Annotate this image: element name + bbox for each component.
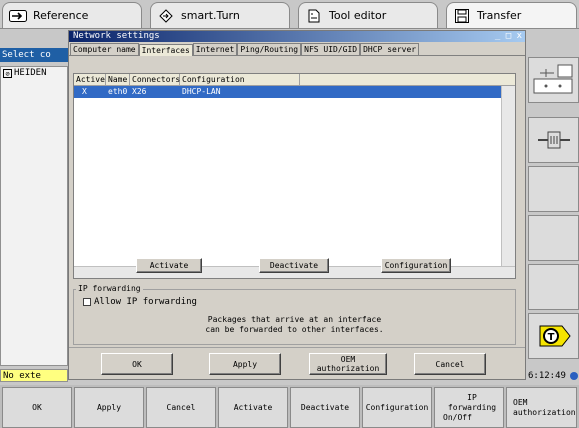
- softkey-oem-authorization[interactable]: OEM authorization: [506, 387, 577, 428]
- info-line-1: Packages that arrive at an interface: [207, 315, 382, 324]
- dialog-tabs: Computer name Interfaces Internet Ping/R…: [69, 43, 525, 56]
- oem-line-2: authorization: [316, 364, 380, 373]
- mode-tab-label: Tool editor: [329, 9, 387, 22]
- softkey-label: OK: [32, 402, 42, 412]
- column-header-configuration[interactable]: Configuration: [180, 74, 300, 85]
- softkey-label-line-1: IP forwarding: [447, 392, 497, 412]
- cell-active: X: [82, 87, 87, 96]
- status-dot-icon: [569, 372, 578, 380]
- softkey-configuration[interactable]: Configuration: [362, 387, 432, 428]
- empty-softkey-2[interactable]: [528, 215, 579, 261]
- mode-tab-smart-turn[interactable]: smart.Turn: [150, 2, 290, 28]
- file-view-icon: [533, 64, 572, 94]
- cell-configuration: DHCP-LAN: [182, 87, 221, 96]
- mode-tab-reference[interactable]: Reference: [2, 2, 142, 28]
- tab-dhcp-server[interactable]: DHCP server: [360, 43, 420, 55]
- diamond-arrow-icon: [157, 8, 175, 23]
- clock-value: 6:12:49: [528, 371, 566, 381]
- info-line-2: can be forwarded to other interfaces.: [205, 325, 384, 334]
- oem-line-1: OEM: [340, 355, 356, 364]
- softkey-activate[interactable]: Activate: [218, 387, 288, 428]
- dialog-title: Network settings: [73, 31, 160, 41]
- softkey-label-line-2: authorization: [513, 407, 576, 417]
- softkey-label: Apply: [96, 402, 122, 412]
- softkey-label: Cancel: [166, 402, 196, 412]
- apply-button[interactable]: Apply: [209, 353, 281, 375]
- column-header-active[interactable]: Active: [74, 74, 106, 85]
- empty-softkey-1[interactable]: [528, 166, 579, 212]
- status-field: No exte: [0, 369, 68, 382]
- cell-name: eth0: [108, 87, 128, 96]
- deactivate-button[interactable]: Deactivate: [259, 258, 329, 273]
- tab-ping-routing[interactable]: Ping/Routing: [237, 43, 302, 55]
- tree-item[interactable]: ⊘ HEIDEN: [1, 67, 67, 79]
- tab-divider: [0, 28, 579, 29]
- table-row[interactable]: X eth0 X26 DHCP-LAN: [74, 86, 515, 98]
- tree-item-label: HEIDEN: [14, 68, 47, 78]
- ok-button[interactable]: OK: [101, 353, 173, 375]
- column-header-name[interactable]: Name: [106, 74, 130, 85]
- softkey-cancel[interactable]: Cancel: [146, 387, 216, 428]
- column-header-connectors[interactable]: Connectors: [130, 74, 180, 85]
- column-header-filler: [300, 74, 515, 85]
- interfaces-table[interactable]: Active Name Connectors Configuration X e…: [73, 73, 516, 279]
- arrow-right-icon: [9, 9, 27, 23]
- checkbox-label: Allow IP forwarding: [94, 297, 197, 307]
- ip-forwarding-legend: IP forwarding: [76, 284, 143, 293]
- tab-interfaces[interactable]: Interfaces: [138, 44, 193, 56]
- select-header: Select co: [0, 48, 68, 62]
- drive-icon: ⊘: [3, 68, 12, 78]
- activate-button[interactable]: Activate: [136, 258, 202, 273]
- cell-connectors: X26: [132, 87, 147, 96]
- ip-forwarding-info: Packages that arrive at an interface can…: [74, 315, 515, 335]
- tab-nfs-uid-gid[interactable]: NFS UID/GID: [301, 43, 361, 55]
- tab-computer-name[interactable]: Computer name: [70, 43, 139, 55]
- file-icon: [305, 9, 323, 23]
- softkey-ok[interactable]: OK: [2, 387, 72, 428]
- allow-ip-forwarding-checkbox[interactable]: Allow IP forwarding: [83, 297, 197, 307]
- softkey-label-line-1: OEM: [513, 397, 528, 407]
- softkey-label: Configuration: [365, 402, 429, 412]
- network-plug-icon: [537, 131, 570, 149]
- cell-filler: [300, 86, 501, 98]
- dialog-title-bar[interactable]: Network settings _ □ x: [69, 31, 525, 42]
- svg-text:T: T: [547, 332, 554, 343]
- mode-tab-transfer[interactable]: Transfer: [446, 2, 577, 28]
- mode-tab-label: Transfer: [477, 9, 522, 22]
- disk-icon: [453, 8, 471, 23]
- connection-softkey[interactable]: [528, 117, 579, 163]
- softkey-ip-forwarding[interactable]: IP forwarding On/Off: [434, 387, 504, 428]
- cancel-button[interactable]: Cancel: [414, 353, 486, 375]
- vertical-scrollbar[interactable]: [501, 86, 515, 266]
- mode-tab-tool-editor[interactable]: Tool editor: [298, 2, 438, 28]
- file-tree-panel[interactable]: ⊘ HEIDEN: [0, 66, 68, 366]
- window-controls-icon[interactable]: _ □ x: [495, 31, 525, 42]
- view-toggle-softkey[interactable]: [528, 57, 579, 103]
- mode-tab-label: Reference: [33, 9, 89, 22]
- empty-softkey-3[interactable]: [528, 264, 579, 310]
- oem-authorization-button[interactable]: OEM authorization: [309, 353, 387, 375]
- table-header: Active Name Connectors Configuration: [74, 74, 515, 86]
- mode-tab-label: smart.Turn: [181, 9, 240, 22]
- clock: 6:12:49: [528, 369, 579, 383]
- softkey-label-line-2: On/Off: [443, 412, 472, 422]
- network-settings-dialog: Network settings _ □ x Computer name Int…: [68, 30, 526, 380]
- configuration-button[interactable]: Configuration: [381, 258, 451, 273]
- softkey-apply[interactable]: Apply: [74, 387, 144, 428]
- softkey-bar-switch[interactable]: T: [528, 313, 579, 359]
- tab-internet[interactable]: Internet: [192, 43, 238, 55]
- softkey-deactivate[interactable]: Deactivate: [290, 387, 360, 428]
- checkbox-box[interactable]: [83, 298, 91, 306]
- softkey-label: Deactivate: [300, 402, 350, 412]
- ip-forwarding-group: IP forwarding Allow IP forwarding Packag…: [73, 284, 516, 345]
- softkey-label: Activate: [233, 402, 273, 412]
- softkey-switch-icon: T: [539, 325, 571, 347]
